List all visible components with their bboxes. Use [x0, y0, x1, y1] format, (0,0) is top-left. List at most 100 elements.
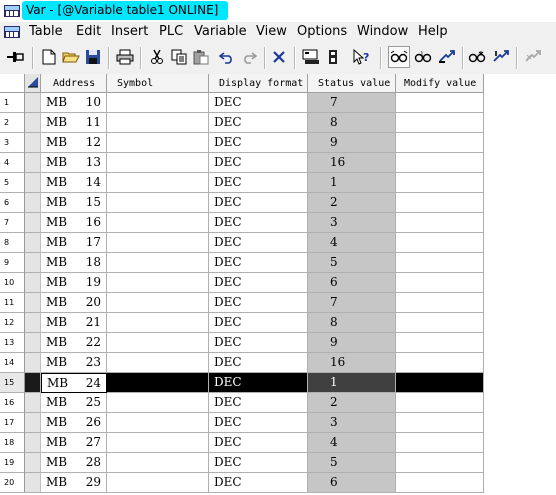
header-corner[interactable] — [0, 74, 25, 93]
header-sort-icon[interactable] — [25, 74, 41, 93]
modify-value-cell[interactable] — [396, 293, 484, 313]
address-cell[interactable]: MB 20 — [41, 293, 107, 313]
table-row[interactable]: 7 MB 16 DEC 3 — [0, 213, 556, 233]
header-display-format[interactable]: Display format — [209, 74, 308, 93]
menu-window[interactable]: Window — [357, 24, 408, 39]
display-format-cell[interactable]: DEC — [209, 373, 308, 393]
row-flag-cell[interactable] — [25, 393, 41, 413]
display-format-cell[interactable]: DEC — [209, 313, 308, 333]
table-row[interactable]: 3 MB 12 DEC 9 — [0, 133, 556, 153]
row-flag-cell[interactable] — [25, 353, 41, 373]
row-flag-cell[interactable] — [25, 253, 41, 273]
row-number[interactable]: 6 — [0, 193, 25, 213]
row-number[interactable]: 7 — [0, 213, 25, 233]
plc-icon[interactable] — [322, 46, 344, 68]
disabled-modify-icon[interactable] — [522, 46, 544, 68]
display-format-cell[interactable]: DEC — [209, 193, 308, 213]
display-format-cell[interactable]: DEC — [209, 153, 308, 173]
table-row[interactable]: 12 MB 21 DEC 8 — [0, 313, 556, 333]
row-flag-cell[interactable] — [25, 333, 41, 353]
display-format-cell[interactable]: DEC — [209, 173, 308, 193]
app-icon[interactable] — [4, 3, 20, 19]
symbol-cell[interactable] — [107, 293, 209, 313]
row-number[interactable]: 14 — [0, 353, 25, 373]
undo-icon[interactable] — [216, 46, 238, 68]
symbol-cell[interactable] — [107, 393, 209, 413]
symbol-cell[interactable] — [107, 133, 209, 153]
table-row[interactable]: 1 MB 10 DEC 7 — [0, 93, 556, 113]
modify-value-cell[interactable] — [396, 273, 484, 293]
table-row[interactable]: 17 MB 26 DEC 3 — [0, 413, 556, 433]
help-cursor-icon[interactable]: ? — [350, 46, 372, 68]
row-flag-cell[interactable] — [25, 313, 41, 333]
row-number[interactable]: 3 — [0, 133, 25, 153]
table-row[interactable]: 15 MB 24 DEC 1 — [0, 373, 556, 393]
row-flag-cell[interactable] — [25, 113, 41, 133]
table-row[interactable]: 11 MB 20 DEC 7 — [0, 293, 556, 313]
symbol-cell[interactable] — [107, 413, 209, 433]
menu-insert[interactable]: Insert — [111, 24, 148, 39]
modify-value-cell[interactable] — [396, 253, 484, 273]
symbol-cell[interactable] — [107, 273, 209, 293]
display-format-cell[interactable]: DEC — [209, 473, 308, 493]
row-number[interactable]: 13 — [0, 333, 25, 353]
symbol-cell[interactable] — [107, 453, 209, 473]
address-cell[interactable]: MB 12 — [41, 133, 107, 153]
row-number[interactable]: 20 — [0, 473, 25, 493]
monitor-plc-icon[interactable] — [300, 46, 322, 68]
header-symbol[interactable]: Symbol — [107, 74, 209, 93]
row-number[interactable]: 9 — [0, 253, 25, 273]
print-icon[interactable] — [114, 46, 136, 68]
address-cell[interactable]: MB 16 — [41, 213, 107, 233]
modify-value-cell[interactable] — [396, 213, 484, 233]
header-status-value[interactable]: Status value — [308, 74, 396, 93]
display-format-cell[interactable]: DEC — [209, 413, 308, 433]
display-format-cell[interactable]: DEC — [209, 293, 308, 313]
modify-value-cell[interactable] — [396, 433, 484, 453]
table-row[interactable]: 5 MB 14 DEC 1 — [0, 173, 556, 193]
display-format-cell[interactable]: DEC — [209, 133, 308, 153]
modify-value-cell[interactable] — [396, 373, 484, 393]
table-row[interactable]: 16 MB 25 DEC 2 — [0, 393, 556, 413]
delete-icon[interactable] — [268, 46, 290, 68]
modify-value-cell[interactable] — [396, 333, 484, 353]
table-row[interactable]: 20 MB 29 DEC 6 — [0, 473, 556, 493]
address-cell[interactable]: MB 29 — [41, 473, 107, 493]
modify-value-cell[interactable] — [396, 353, 484, 373]
row-number[interactable]: 15 — [0, 373, 25, 393]
menu-table[interactable]: Table — [29, 24, 63, 39]
table-row[interactable]: 2 MB 11 DEC 8 — [0, 113, 556, 133]
row-flag-cell[interactable] — [25, 373, 41, 393]
row-number[interactable]: 19 — [0, 453, 25, 473]
monitor-once-icon[interactable]: 1 — [412, 46, 434, 68]
new-document-icon[interactable] — [38, 46, 60, 68]
address-cell[interactable]: MB 17 — [41, 233, 107, 253]
symbol-cell[interactable] — [107, 433, 209, 453]
document-window-icon[interactable] — [4, 24, 20, 40]
copy-icon[interactable] — [168, 46, 190, 68]
table-row[interactable]: 13 MB 22 DEC 9 — [0, 333, 556, 353]
row-number[interactable]: 12 — [0, 313, 25, 333]
address-cell[interactable]: MB 25 — [41, 393, 107, 413]
table-row[interactable]: 4 MB 13 DEC 16 — [0, 153, 556, 173]
modify-value-cell[interactable] — [396, 313, 484, 333]
table-row[interactable]: 14 MB 23 DEC 16 — [0, 353, 556, 373]
row-flag-cell[interactable] — [25, 413, 41, 433]
display-format-cell[interactable]: DEC — [209, 393, 308, 413]
modify-value-cell[interactable] — [396, 233, 484, 253]
monitor-immediate-icon[interactable] — [466, 46, 488, 68]
modify-value-cell[interactable] — [396, 193, 484, 213]
header-address[interactable]: Address — [41, 74, 107, 93]
row-flag-cell[interactable] — [25, 273, 41, 293]
symbol-cell[interactable] — [107, 373, 209, 393]
symbol-cell[interactable] — [107, 93, 209, 113]
row-number[interactable]: 18 — [0, 433, 25, 453]
symbol-cell[interactable] — [107, 473, 209, 493]
symbol-cell[interactable] — [107, 113, 209, 133]
row-flag-cell[interactable] — [25, 193, 41, 213]
address-cell[interactable]: MB 22 — [41, 333, 107, 353]
row-flag-cell[interactable] — [25, 293, 41, 313]
pin-icon[interactable] — [4, 46, 26, 68]
symbol-cell[interactable] — [107, 193, 209, 213]
row-number[interactable]: 11 — [0, 293, 25, 313]
